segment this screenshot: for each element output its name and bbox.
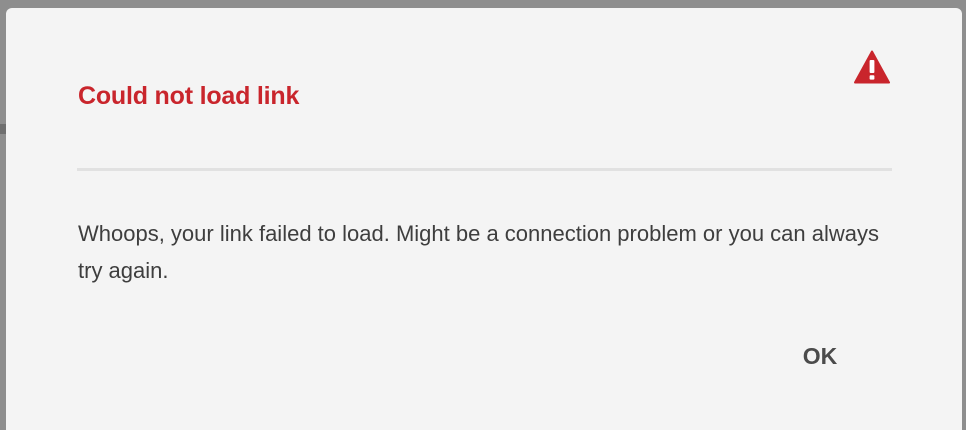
error-dialog: Could not load link Whoops, your link fa…: [6, 8, 962, 430]
dialog-title: Could not load link: [78, 82, 300, 110]
ok-button[interactable]: OK: [786, 334, 854, 378]
alert-triangle-icon: [854, 50, 890, 84]
divider: [77, 168, 892, 171]
dialog-message: Whoops, your link failed to load. Might …: [78, 221, 879, 283]
